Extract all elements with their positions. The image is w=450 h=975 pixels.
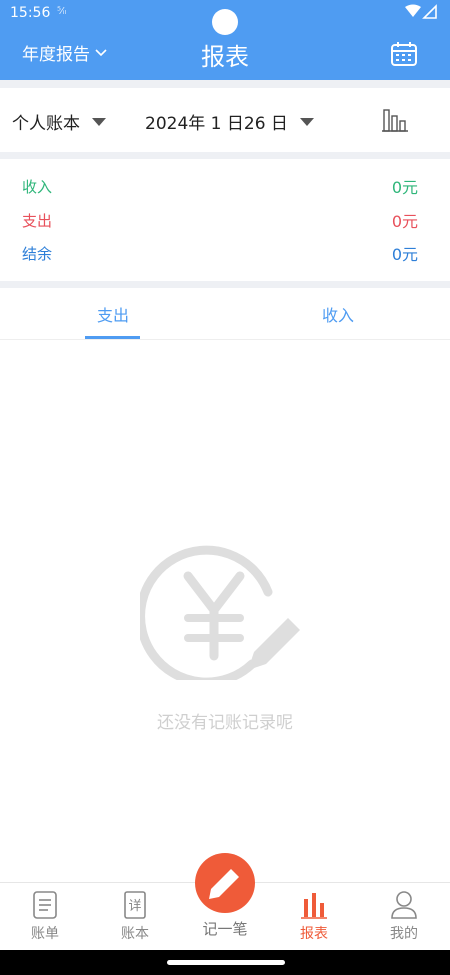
income-label: 收入 xyxy=(22,177,53,196)
expense-value: 0元 xyxy=(391,212,418,231)
bar-chart-icon[interactable] xyxy=(380,106,410,134)
nav-label: 我的 xyxy=(390,926,418,942)
balance-row: 结余 0元 xyxy=(22,240,418,266)
divider xyxy=(0,80,450,88)
camera-cutout xyxy=(212,9,238,35)
expense-row: 支出 0元 xyxy=(22,207,418,233)
page-title: 报表 xyxy=(201,43,249,71)
income-row: 收入 0元 xyxy=(22,173,418,199)
yuan-pencil-icon xyxy=(140,545,300,680)
bill-icon xyxy=(33,891,57,919)
status-bar: 15:56 ⁵⁄ᵢₗ xyxy=(0,0,450,35)
nav-item-report[interactable]: 报表 xyxy=(279,889,349,943)
nav-label: 账单 xyxy=(31,926,59,942)
tab-income[interactable]: 收入 xyxy=(298,302,378,326)
svg-text:详: 详 xyxy=(128,899,141,914)
add-record-button[interactable] xyxy=(195,853,255,913)
income-value: 0元 xyxy=(391,178,418,197)
balance-label: 结余 xyxy=(22,244,53,263)
profile-icon xyxy=(391,891,417,919)
summary-panel: 收入 0元 支出 0元 结余 0元 xyxy=(0,159,450,281)
report-chart-icon xyxy=(301,893,327,919)
nav-item-profile[interactable]: 我的 xyxy=(369,889,439,943)
system-nav-bar xyxy=(0,950,450,975)
dropdown-arrow-icon xyxy=(299,117,314,126)
filter-bar: 个人账本 2024年 1 日26 日 xyxy=(0,88,450,152)
divider xyxy=(0,152,450,159)
tab-expense[interactable]: 支出 xyxy=(73,302,153,326)
ledger-icon: 详 xyxy=(124,891,146,919)
date-dropdown[interactable]: 2024年 1 日26 日 xyxy=(145,109,314,134)
sim-icon: ⁵⁄ᵢₗ xyxy=(57,6,67,17)
nav-item-bill[interactable]: 账单 xyxy=(10,889,80,943)
calendar-icon[interactable] xyxy=(390,40,418,68)
divider xyxy=(0,281,450,288)
book-label: 个人账本 xyxy=(12,114,80,134)
dropdown-arrow-icon xyxy=(92,117,106,126)
status-time: 15:56 xyxy=(10,5,51,21)
active-tab-indicator xyxy=(85,336,140,339)
date-label: 2024年 1 日26 日 xyxy=(145,114,288,134)
empty-message: 还没有记账记录呢 xyxy=(157,713,293,733)
nav-item-ledger[interactable]: 详 账本 xyxy=(100,889,170,943)
book-dropdown[interactable]: 个人账本 xyxy=(12,109,106,134)
home-indicator[interactable] xyxy=(167,960,285,965)
pencil-icon xyxy=(209,869,239,899)
balance-value: 0元 xyxy=(391,245,418,264)
type-tabs: 支出 收入 xyxy=(0,288,450,340)
nav-label: 报表 xyxy=(300,926,328,942)
app-header: 15:56 ⁵⁄ᵢₗ 年度报告 报表 xyxy=(0,0,450,80)
nav-label: 账本 xyxy=(121,926,149,942)
wifi-signal-icon xyxy=(404,4,438,24)
expense-label: 支出 xyxy=(22,211,53,230)
add-record-label: 记一笔 xyxy=(202,920,248,938)
